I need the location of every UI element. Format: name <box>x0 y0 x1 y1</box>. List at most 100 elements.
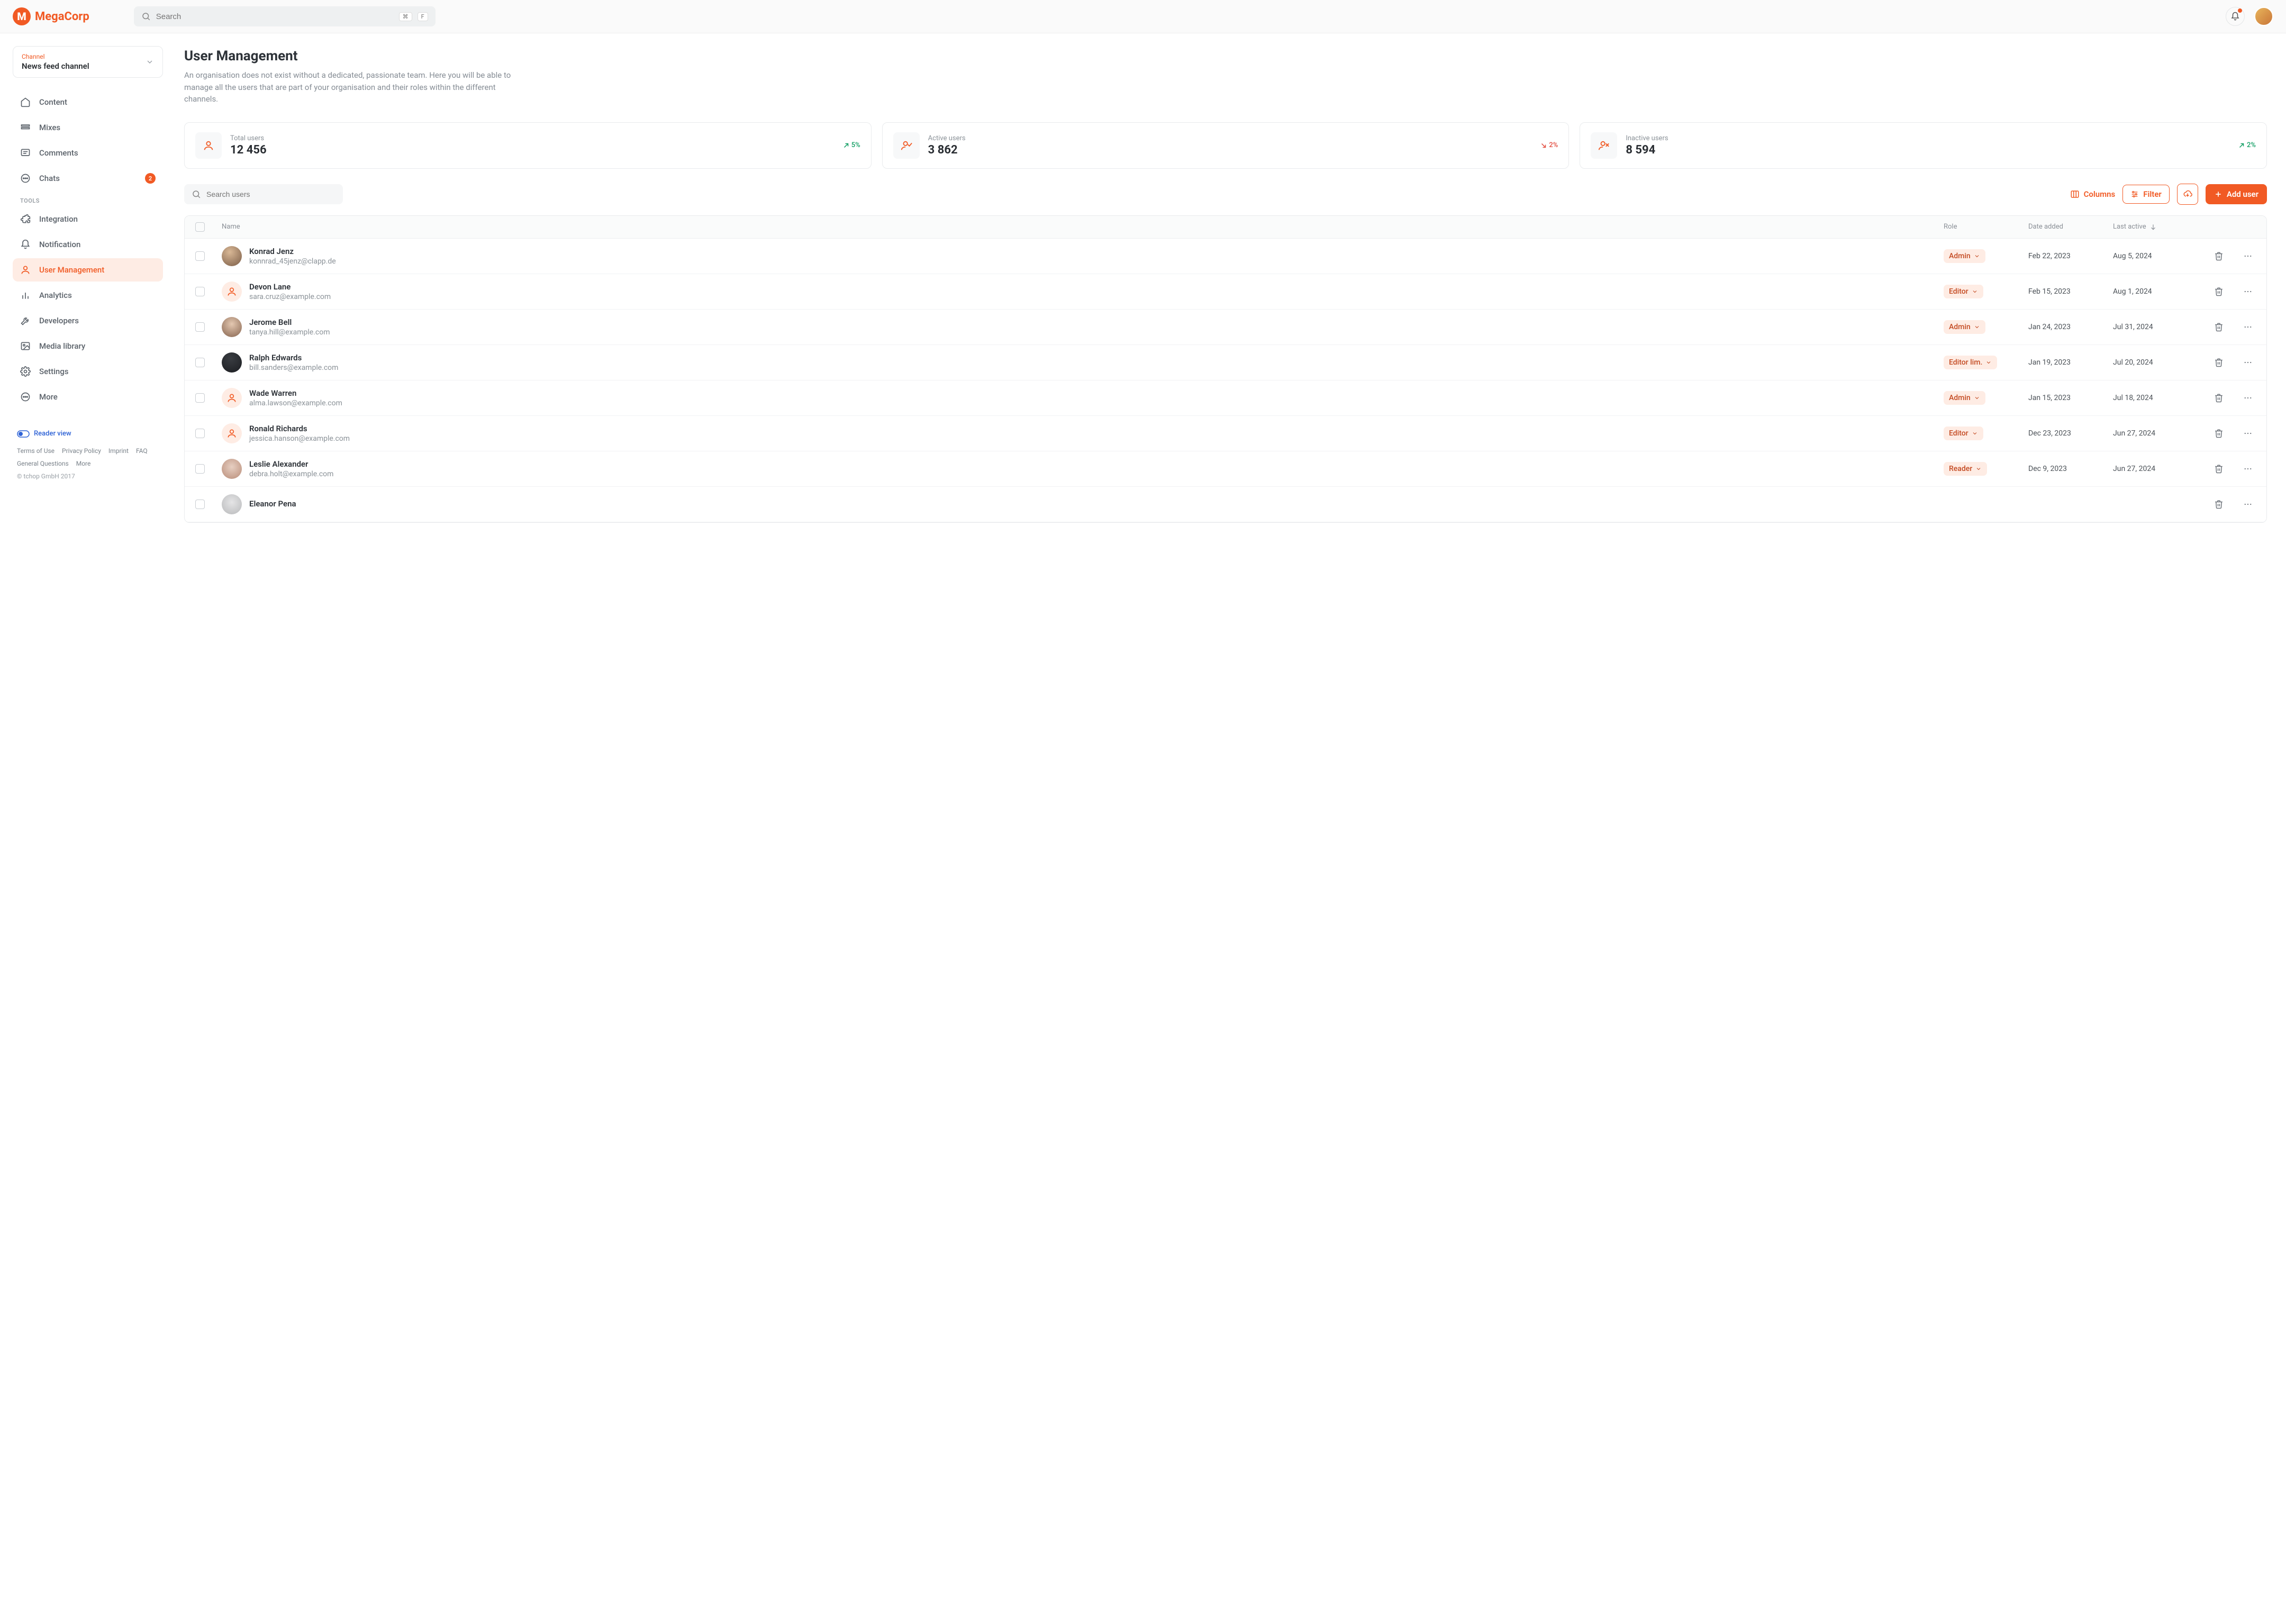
footer-link[interactable]: Imprint <box>108 447 129 455</box>
role-cell: Admin <box>1944 391 2028 405</box>
sidebar-item-comments[interactable]: Comments <box>13 141 163 165</box>
row-checkbox[interactable] <box>195 429 205 438</box>
delete-button[interactable] <box>2203 464 2235 474</box>
delete-button[interactable] <box>2203 429 2235 438</box>
footer-link[interactable]: Privacy Policy <box>62 447 101 455</box>
date-added-cell: Feb 22, 2023 <box>2028 252 2113 260</box>
user-email: debra.holt@example.com <box>249 470 333 478</box>
arrow-up-right-icon <box>2238 142 2245 149</box>
row-checkbox[interactable] <box>195 287 205 296</box>
row-checkbox[interactable] <box>195 393 205 403</box>
row-menu-button[interactable] <box>2235 358 2261 367</box>
sidebar-item-developers[interactable]: Developers <box>13 309 163 332</box>
global-search-input[interactable] <box>156 12 394 21</box>
footer-link[interactable]: FAQ <box>136 447 148 455</box>
role-pill[interactable]: Editor <box>1944 427 1983 440</box>
sidebar-item-mixes[interactable]: Mixes <box>13 116 163 139</box>
puzzle-icon <box>20 214 31 224</box>
row-checkbox[interactable] <box>195 358 205 367</box>
table-row: Wade Warrenalma.lawson@example.comAdmin … <box>185 380 2266 416</box>
footer-link[interactable]: General Questions <box>17 460 69 467</box>
reader-view-toggle[interactable]: Reader view <box>17 430 159 438</box>
delete-button[interactable] <box>2203 393 2235 403</box>
users-search-input[interactable] <box>206 190 335 198</box>
row-menu-button[interactable] <box>2235 464 2261 474</box>
role-pill[interactable]: Admin <box>1944 249 1985 263</box>
stat-trend: 2% <box>1540 141 1558 149</box>
row-checkbox[interactable] <box>195 322 205 332</box>
global-search[interactable]: ⌘ F <box>134 6 436 26</box>
role-pill[interactable]: Editor lim. <box>1944 356 1997 369</box>
topbar: M MegaCorp ⌘ F <box>0 0 2286 33</box>
add-user-button[interactable]: Add user <box>2206 184 2267 204</box>
user-cell: Jerome Belltanya.hill@example.com <box>222 317 1944 337</box>
row-menu-button[interactable] <box>2235 251 2261 261</box>
notification-dot <box>2238 8 2242 13</box>
row-menu-button[interactable] <box>2235 287 2261 296</box>
sidebar-item-notification[interactable]: Notification <box>13 233 163 256</box>
table-toolbar: Columns Filter Add user <box>184 184 2267 205</box>
last-active-cell: Jun 27, 2024 <box>2113 465 2203 473</box>
th-last-active[interactable]: Last active <box>2113 223 2203 231</box>
sidebar-item-content[interactable]: Content <box>13 90 163 114</box>
download-button[interactable] <box>2177 184 2198 205</box>
row-menu-button[interactable] <box>2235 393 2261 403</box>
footer-link[interactable]: Terms of Use <box>17 447 55 455</box>
user-avatar <box>222 423 242 443</box>
stats-row: Total users 12 456 5% Active users 3 862 <box>184 122 2267 169</box>
th-added[interactable]: Date added <box>2028 223 2113 231</box>
stat-icon-wrap <box>195 132 222 159</box>
row-checkbox[interactable] <box>195 500 205 509</box>
footer-link[interactable]: More <box>76 460 91 467</box>
delete-button[interactable] <box>2203 322 2235 332</box>
sidebar-item-settings[interactable]: Settings <box>13 360 163 383</box>
delete-button[interactable] <box>2203 358 2235 367</box>
sidebar-item-integration[interactable]: Integration <box>13 207 163 231</box>
delete-button[interactable] <box>2203 500 2235 509</box>
date-added-cell: Jan 24, 2023 <box>2028 323 2113 331</box>
th-role[interactable]: Role <box>1944 223 2028 231</box>
columns-button[interactable]: Columns <box>2070 189 2116 199</box>
media-icon <box>20 341 31 351</box>
user-name: Ralph Edwards <box>249 353 338 362</box>
delete-button[interactable] <box>2203 251 2235 261</box>
row-menu-button[interactable] <box>2235 500 2261 509</box>
user-name: Devon Lane <box>249 282 331 292</box>
th-name[interactable]: Name <box>222 223 1944 231</box>
sidebar-item-chats[interactable]: Chats 2 <box>13 167 163 190</box>
stat-inactive-users: Inactive users 8 594 2% <box>1580 122 2267 169</box>
kbd-key: F <box>418 12 428 21</box>
profile-avatar[interactable] <box>2254 7 2273 26</box>
logo[interactable]: M MegaCorp <box>13 7 89 25</box>
sidebar-item-user-management[interactable]: User Management <box>13 258 163 282</box>
notifications-button[interactable] <box>2226 7 2245 26</box>
users-search[interactable] <box>184 184 343 204</box>
stat-value: 12 456 <box>230 143 267 157</box>
topbar-right <box>2226 7 2273 26</box>
role-pill[interactable]: Admin <box>1944 320 1985 334</box>
delete-button[interactable] <box>2203 287 2235 296</box>
row-checkbox[interactable] <box>195 251 205 261</box>
channel-selector[interactable]: Channel News feed channel <box>13 46 163 78</box>
role-pill[interactable]: Editor <box>1944 285 1983 298</box>
row-checkbox[interactable] <box>195 464 205 474</box>
user-avatar <box>222 494 242 514</box>
table-row: Konrad Jenzkonnrad_45jenz@clapp.deAdmin … <box>185 239 2266 274</box>
row-menu-button[interactable] <box>2235 322 2261 332</box>
select-all-checkbox[interactable] <box>195 222 205 232</box>
page-description: An organisation does not exist without a… <box>184 69 528 105</box>
role-pill[interactable]: Reader <box>1944 462 1987 476</box>
sidebar-item-analytics[interactable]: Analytics <box>13 284 163 307</box>
reader-view-label: Reader view <box>34 430 71 438</box>
mixes-icon <box>20 122 31 133</box>
row-menu-button[interactable] <box>2235 429 2261 438</box>
user-email: bill.sanders@example.com <box>249 364 338 372</box>
search-icon <box>141 12 151 21</box>
role-pill[interactable]: Admin <box>1944 391 1985 405</box>
sidebar-item-more[interactable]: More <box>13 385 163 409</box>
user-email: jessica.hanson@example.com <box>249 434 350 443</box>
filter-button[interactable]: Filter <box>2122 185 2170 204</box>
sidebar-item-media-library[interactable]: Media library <box>13 334 163 358</box>
more-icon <box>20 392 31 402</box>
user-name: Leslie Alexander <box>249 459 333 469</box>
